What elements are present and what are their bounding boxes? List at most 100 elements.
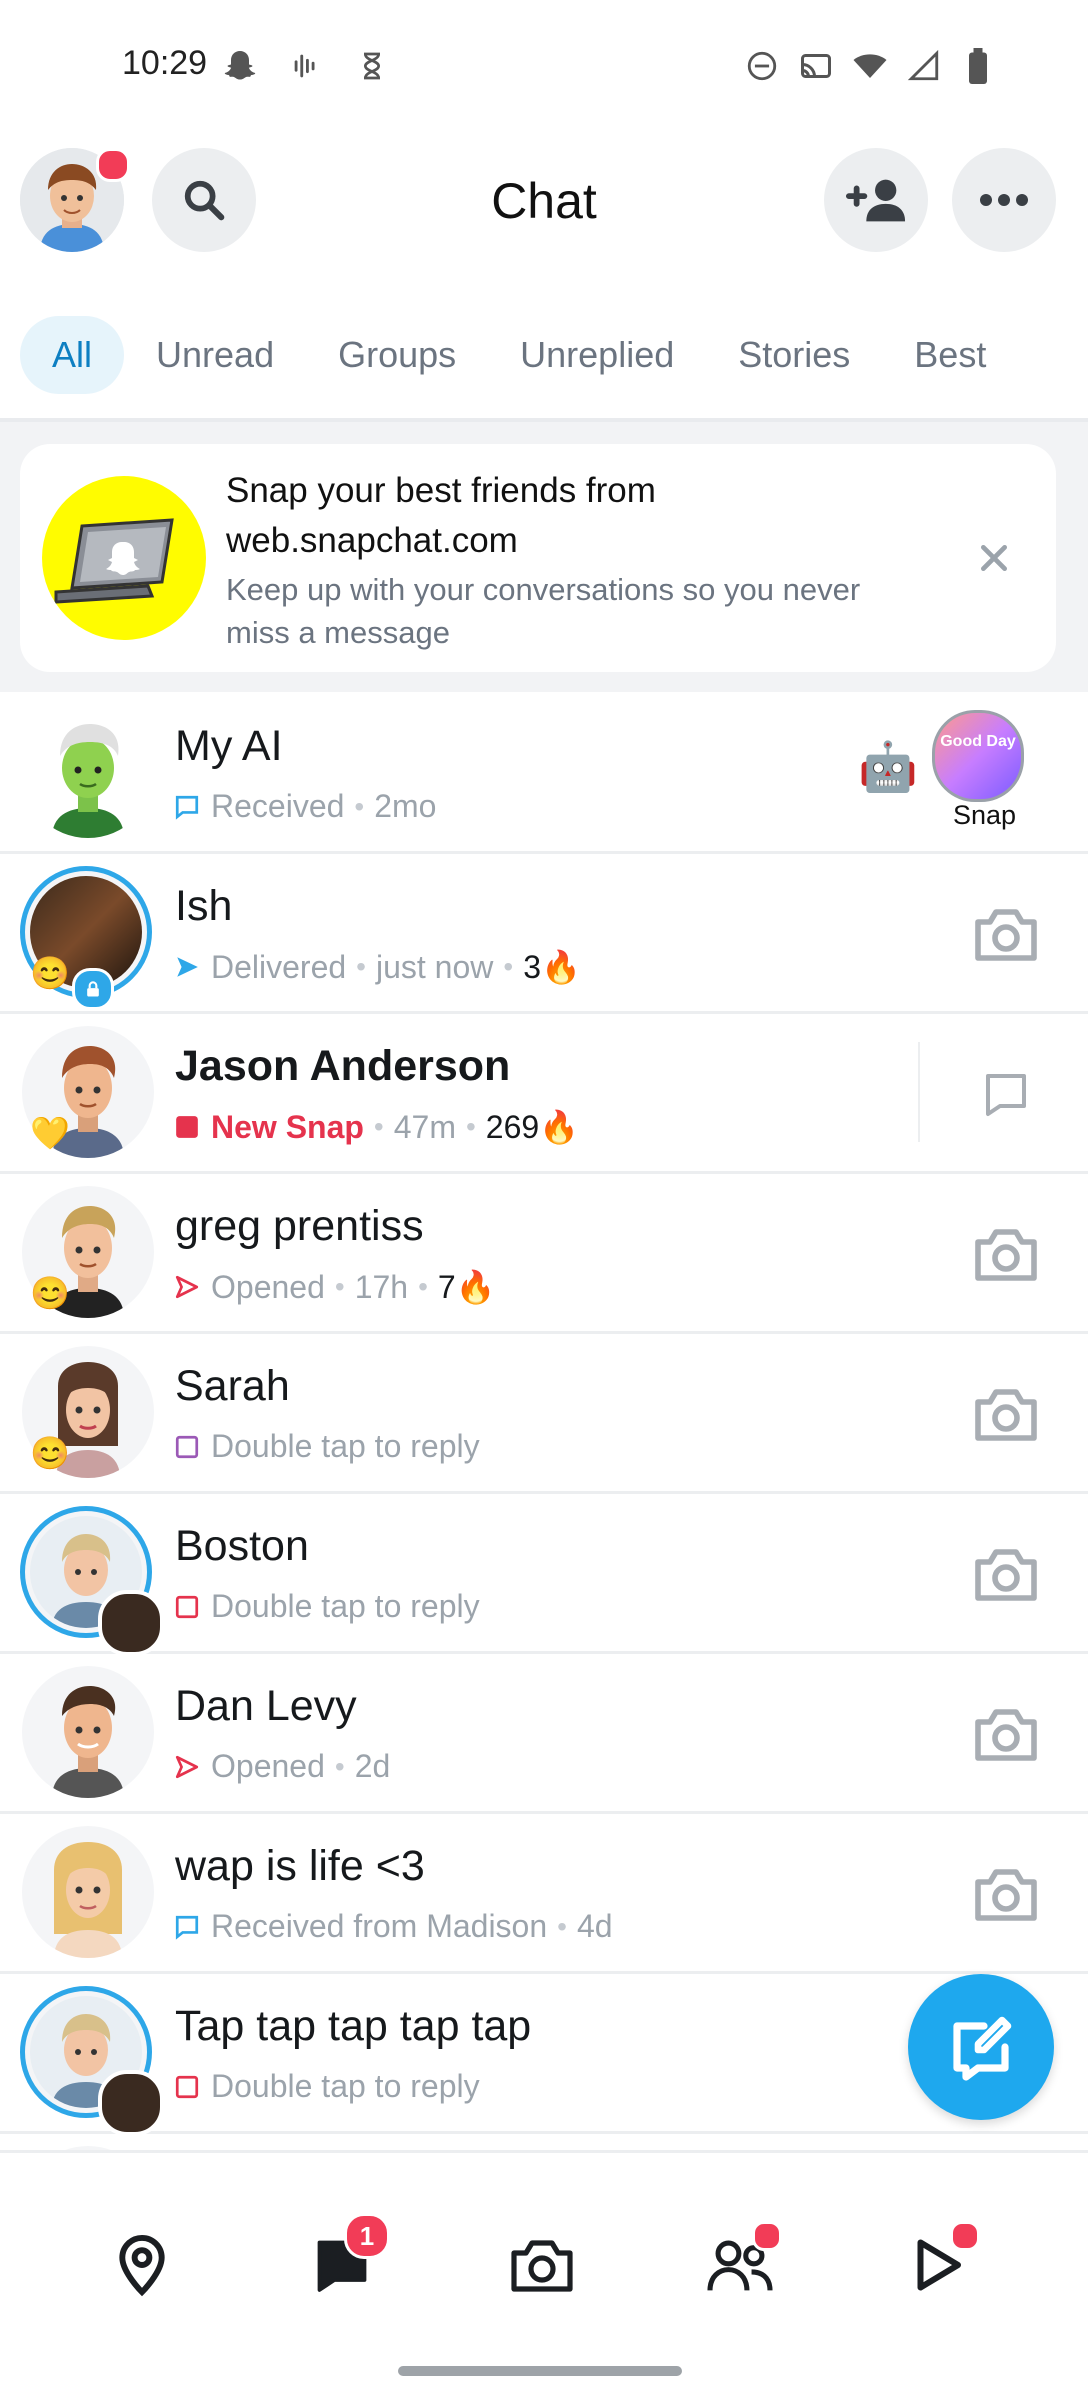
divider	[918, 1042, 920, 1142]
separator-dot: •	[557, 1910, 567, 1942]
tab-groups[interactable]: Groups	[306, 316, 488, 394]
chat-status: New Snap • 47m • 269🔥	[173, 1108, 579, 1146]
dnd-icon	[742, 46, 782, 86]
camera-icon	[975, 1229, 1037, 1281]
chat-row-partial[interactable]	[0, 2134, 1088, 2150]
tab-unread[interactable]: Unread	[124, 316, 306, 394]
group-member-thumbnail	[98, 2070, 164, 2136]
smile-emoji-icon: 😊	[30, 1275, 70, 1311]
battery-icon	[958, 46, 998, 86]
status-time: 2mo	[374, 788, 437, 824]
chat-name: Jason Anderson	[175, 1042, 511, 1090]
chat-name: Sarah	[175, 1362, 290, 1410]
lock-icon	[72, 968, 114, 1010]
camera-button[interactable]	[970, 898, 1042, 970]
chat-status: Received • 2mo	[173, 788, 436, 825]
nav-camera[interactable]	[502, 2225, 582, 2305]
avatar	[22, 1826, 154, 1958]
status-text: Delivered	[211, 948, 347, 985]
chat-name: wap is life <3	[175, 1842, 425, 1890]
separator-dot: •	[354, 790, 365, 822]
chat-square-icon	[173, 793, 201, 821]
chat-status: Opened • 2d	[173, 1748, 390, 1785]
chat-name: Tap tap tap tap tap	[175, 2002, 532, 2050]
tab-all[interactable]: All	[20, 316, 125, 394]
chat-name: My AI	[175, 722, 283, 770]
status-bar: 10:29	[0, 0, 1088, 130]
compose-icon	[953, 2016, 1012, 2081]
status-time: 10:29	[122, 44, 208, 82]
camera-button[interactable]	[970, 1538, 1042, 1610]
chat-status: Double tap to reply	[173, 1428, 480, 1465]
snap-label[interactable]: Snap	[953, 800, 1016, 831]
chat-status: Double tap to reply	[173, 1588, 480, 1625]
chat-row-dan-levy[interactable]: Dan Levy Opened • 2d	[0, 1654, 1088, 1814]
square-outline-icon	[173, 2073, 201, 2101]
streak-count: 3🔥	[523, 949, 581, 985]
send-outline-icon	[173, 1273, 201, 1301]
chat-row-wap-is-life[interactable]: wap is life <3 Received from Madison • 4…	[0, 1814, 1088, 1974]
chat-name: greg prentiss	[175, 1202, 424, 1250]
separator-dot: •	[503, 951, 514, 982]
chat-status: Received from Madison • 4d	[173, 1908, 613, 1945]
status-text: Double tap to reply	[211, 2068, 480, 2104]
status-time: 47m	[393, 1108, 456, 1145]
camera-button[interactable]	[970, 1218, 1042, 1290]
group-member-thumbnail	[98, 1590, 164, 1656]
tab-unreplied[interactable]: Unreplied	[488, 316, 706, 394]
banner-subtitle: Keep up with your conversations so you n…	[226, 572, 861, 650]
chat-list: My AI Received • 2mo 🤖 Good Day Snap 😊 I…	[0, 694, 1088, 2150]
chat-badge: 1	[344, 2213, 390, 2259]
separator-dot: •	[465, 1111, 476, 1142]
separator-dot: •	[334, 1750, 345, 1782]
status-text: Opened	[211, 1748, 325, 1784]
chat-row-boston[interactable]: Boston Double tap to reply	[0, 1494, 1088, 1656]
chat-row-sarah[interactable]: 😊 Sarah Double tap to reply	[0, 1334, 1088, 1494]
camera-button[interactable]	[970, 1858, 1042, 1930]
voice-icon	[286, 46, 326, 86]
stories-notification-dot	[950, 2221, 980, 2251]
status-text: Received from Madison	[211, 1908, 548, 1944]
streak-count: 269🔥	[485, 1109, 580, 1145]
chat-row-my-ai[interactable]: My AI Received • 2mo 🤖 Good Day Snap	[0, 694, 1088, 854]
snap-filled-icon	[173, 1113, 201, 1141]
camera-button[interactable]	[970, 1378, 1042, 1450]
banner-area: Snap your best friends from web.snapchat…	[0, 422, 1088, 692]
snap-thumb-text: Good Day	[940, 733, 1016, 750]
status-text: Opened	[211, 1268, 325, 1305]
snap-preview-thumbnail[interactable]: Good Day	[932, 710, 1024, 802]
tab-stories[interactable]: Stories	[706, 316, 882, 394]
nav-map[interactable]	[102, 2225, 182, 2305]
laptop-icon	[54, 518, 174, 604]
status-text: Double tap to reply	[211, 1588, 480, 1624]
snapchat-ghost-icon	[220, 46, 260, 86]
chat-row-ish[interactable]: 😊 Ish Delivered • just now • 3🔥	[0, 854, 1088, 1014]
new-chat-button[interactable]	[908, 1974, 1054, 2120]
chat-status: Double tap to reply	[173, 2068, 480, 2105]
square-outline-icon	[173, 1433, 201, 1461]
add-friend-button[interactable]	[824, 148, 928, 252]
status-text: Received	[211, 788, 345, 824]
web-promo-banner[interactable]: Snap your best friends from web.snapchat…	[20, 444, 1056, 672]
status-time: 17h	[354, 1268, 409, 1305]
separator-dot: •	[373, 1111, 384, 1142]
chat-square-icon	[173, 1913, 201, 1941]
status-time: 2d	[354, 1748, 391, 1784]
square-outline-icon	[173, 1593, 201, 1621]
streak-count: 7🔥	[437, 1269, 496, 1305]
chat-reply-button[interactable]	[970, 1058, 1042, 1130]
camera-icon	[975, 1869, 1037, 1921]
chat-row-greg-prentiss[interactable]: 😊 greg prentiss Opened • 17h • 7🔥	[0, 1174, 1088, 1334]
camera-icon	[975, 1709, 1037, 1761]
more-options-button[interactable]	[952, 148, 1056, 252]
avatar	[22, 706, 154, 838]
camera-button[interactable]	[970, 1698, 1042, 1770]
banner-close-button[interactable]	[972, 536, 1016, 580]
chat-row-jason-anderson[interactable]: 💛 Jason Anderson New Snap • 47m • 269🔥	[0, 1014, 1088, 1174]
send-filled-icon	[173, 953, 201, 981]
top-bar: Chat	[0, 140, 1088, 260]
banner-title: Snap your best friends from web.snapchat…	[226, 471, 656, 560]
home-indicator	[398, 2366, 682, 2376]
hourglass-icon	[352, 46, 392, 86]
camera-icon	[975, 909, 1037, 961]
